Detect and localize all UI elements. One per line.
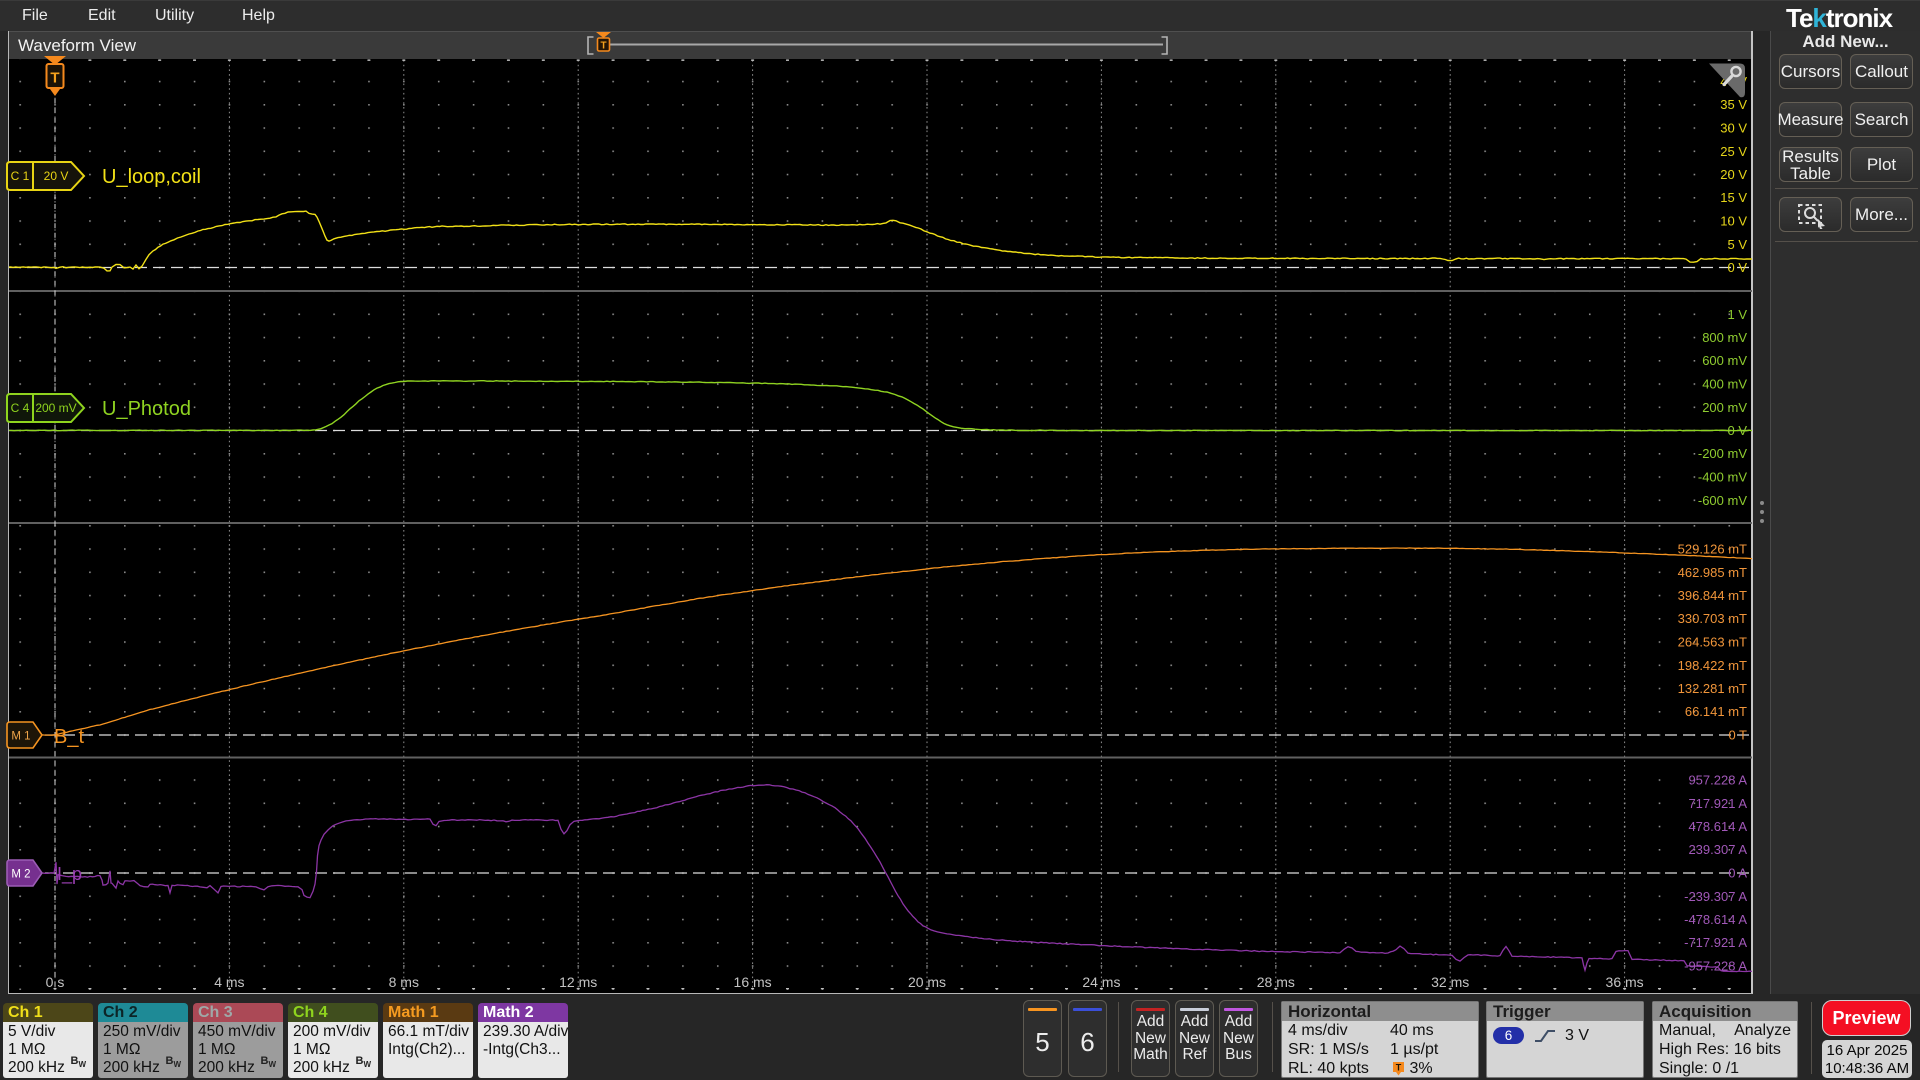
svg-text:T: T (1396, 1063, 1402, 1073)
